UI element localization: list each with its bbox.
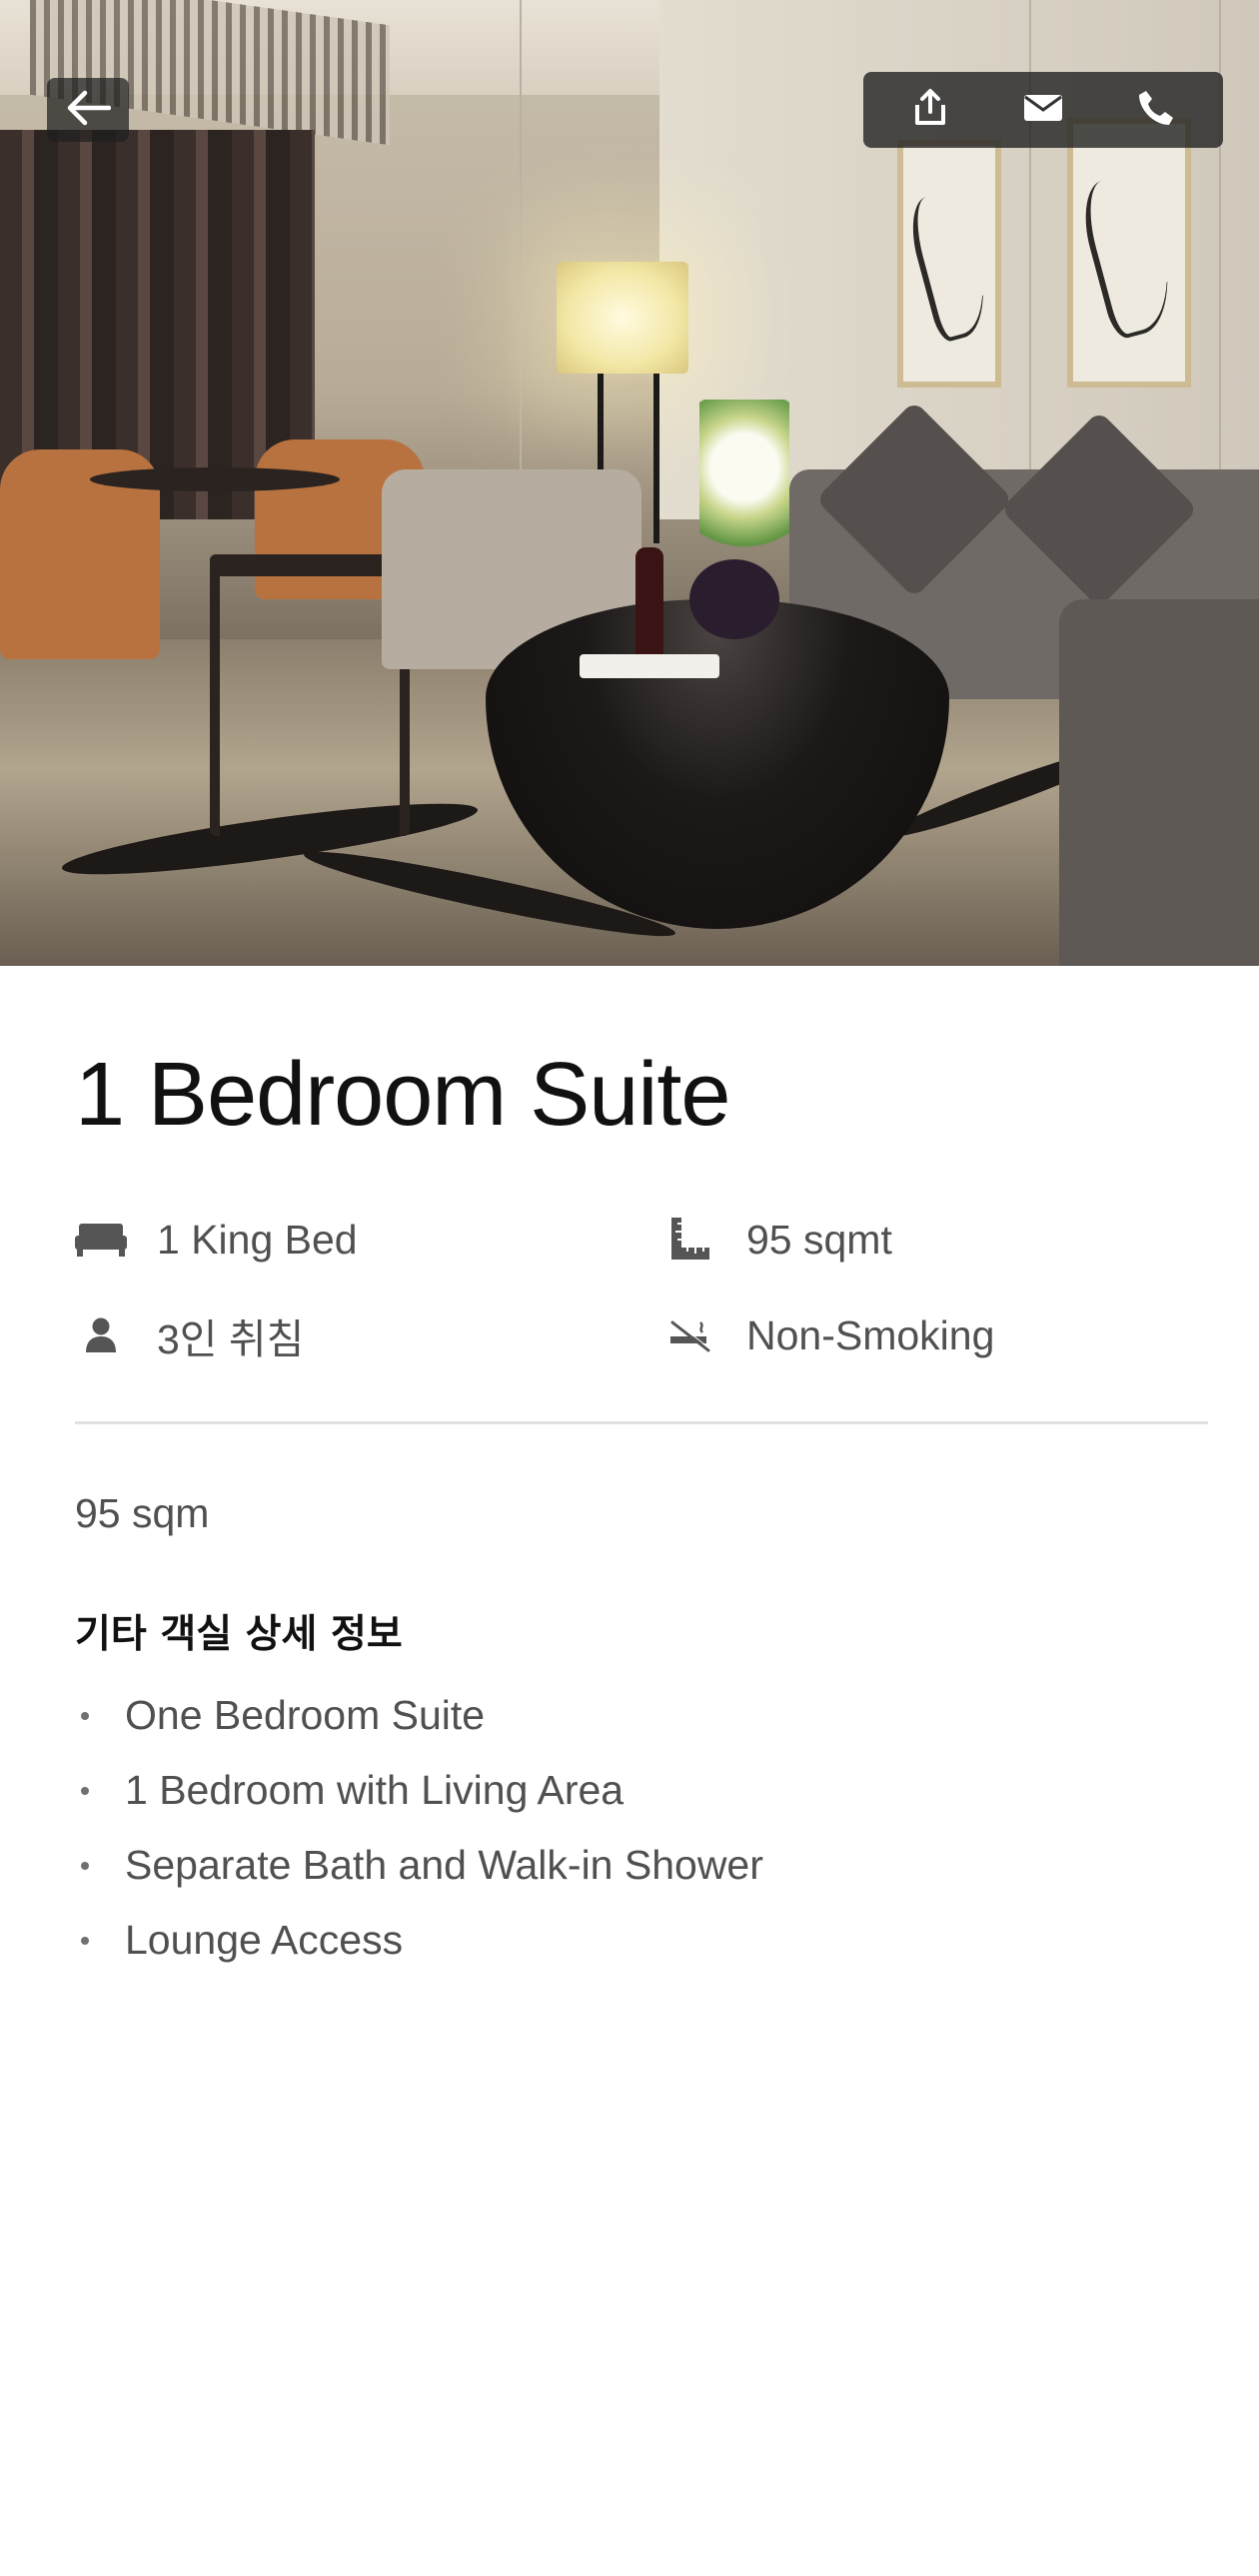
share-icon	[910, 88, 950, 133]
photo-sofa-end	[1059, 599, 1259, 966]
back-button[interactable]	[47, 78, 129, 142]
details-heading: 기타 객실 상세 정보	[75, 1612, 403, 1657]
feature-occupancy: 3인 취침	[75, 1305, 304, 1365]
bullet-icon	[81, 1711, 89, 1720]
feature-smoking: Non-Smoking	[664, 1305, 994, 1365]
photo-flowers	[699, 400, 789, 569]
feature-occupancy-text: 3인 취침	[157, 1316, 305, 1362]
list-item-text: One Bedroom Suite	[125, 1692, 486, 1738]
photo-side-table	[210, 554, 410, 836]
ruler-icon	[664, 1214, 716, 1266]
details-list: One Bedroom Suite 1 Bedroom with Living …	[75, 1678, 763, 1978]
feature-bed: 1 King Bed	[75, 1210, 358, 1270]
photo-wine-bottle	[635, 547, 663, 657]
mail-button[interactable]	[1003, 75, 1083, 145]
list-item-text: Lounge Access	[125, 1917, 404, 1963]
room-title: 1 Bedroom Suite	[75, 1045, 730, 1145]
feature-area: 95 sqmt	[664, 1210, 892, 1270]
action-bar	[863, 72, 1223, 148]
arrow-left-icon	[65, 89, 112, 132]
list-item: One Bedroom Suite	[75, 1678, 763, 1753]
room-detail-page: 1 Bedroom Suite 1 King Bed 95 sqmt 3인 취침…	[0, 0, 1259, 2576]
list-item: Separate Bath and Walk-in Shower	[75, 1828, 763, 1903]
divider	[75, 1421, 1208, 1424]
feature-smoking-text: Non-Smoking	[746, 1311, 995, 1358]
bullet-icon	[81, 1786, 89, 1795]
list-item-text: Separate Bath and Walk-in Shower	[125, 1842, 763, 1888]
list-item: 1 Bedroom with Living Area	[75, 1753, 763, 1828]
no-smoking-icon	[664, 1309, 716, 1361]
person-icon	[75, 1309, 127, 1361]
photo-vase	[689, 559, 779, 639]
share-button[interactable]	[890, 75, 970, 145]
phone-icon	[1137, 89, 1175, 132]
photo-artwork	[897, 140, 1001, 388]
photo-artwork	[1067, 118, 1191, 388]
photo-wall-panel	[520, 0, 522, 519]
list-item: Lounge Access	[75, 1903, 763, 1978]
bullet-icon	[81, 1936, 89, 1945]
room-size: 95 sqm	[75, 1490, 210, 1536]
mail-icon	[1023, 93, 1063, 128]
feature-bed-text: 1 King Bed	[157, 1216, 358, 1263]
list-item-text: 1 Bedroom with Living Area	[125, 1767, 625, 1813]
bed-icon	[75, 1214, 127, 1266]
phone-button[interactable]	[1116, 75, 1196, 145]
photo-dining-table	[90, 467, 340, 491]
photo-lamp	[557, 262, 688, 374]
bullet-icon	[81, 1861, 89, 1870]
photo-plate	[580, 654, 719, 678]
feature-area-text: 95 sqmt	[746, 1216, 892, 1263]
